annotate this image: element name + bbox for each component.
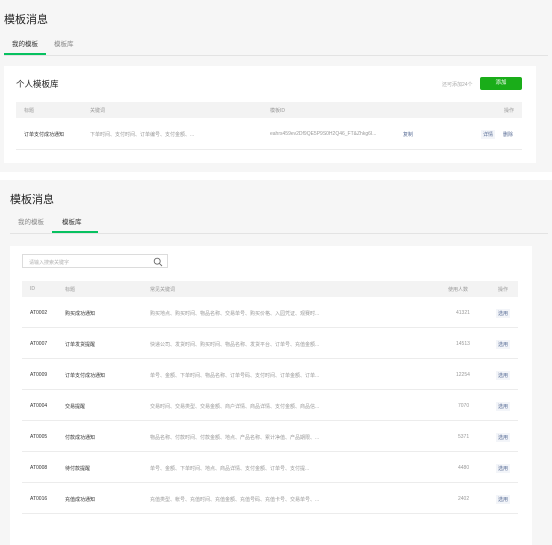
- add-button[interactable]: 添加: [480, 77, 522, 90]
- template-library-panel: 模板消息 我的模板 模板库 请输入搜索关键字 ID 标题 常见关键词 使用人数 …: [0, 180, 552, 545]
- usage-count: 7070: [458, 403, 470, 409]
- template-title: 订单发货提醒: [65, 342, 96, 348]
- table-header: ID 标题 常见关键词 使用人数 操作: [22, 281, 518, 297]
- template-title: 订单支付成功通知: [65, 373, 106, 379]
- template-keywords: 充值类型、帐号、充值时间、充值金额、充值号码、充值卡号、交易单号、...: [150, 497, 320, 503]
- col-action: 操作: [498, 287, 509, 293]
- personal-library-card: 个人模板库 还可添加24个 添加 标题 关键词 模板ID 操作 订单支付成功通知…: [4, 66, 536, 163]
- table-row: 订单支付成功通知 下单时间、支付时间、订单编号、支付金额、... eahrs45…: [16, 118, 522, 150]
- tab-template-library[interactable]: 模板库: [46, 38, 82, 55]
- page-title: 模板消息: [4, 14, 48, 26]
- select-link[interactable]: 选用: [496, 464, 511, 473]
- col-id: ID: [30, 286, 35, 292]
- usage-count: 5371: [458, 434, 470, 440]
- card-title: 个人模板库: [16, 79, 59, 89]
- template-title: 交易提醒: [65, 404, 86, 410]
- template-id: AT0009: [30, 372, 48, 378]
- delete-link[interactable]: 删除: [503, 131, 513, 138]
- col-usage: 使用人数: [448, 287, 469, 293]
- select-link[interactable]: 选用: [496, 340, 511, 349]
- template-id: AT0007: [30, 341, 48, 347]
- select-link[interactable]: 选用: [496, 433, 511, 442]
- col-title: 标题: [65, 287, 76, 293]
- template-title: 待付款提醒: [65, 466, 91, 472]
- template-keywords: 单号、金额、下单时间、地点、商品详情、支付金额、订单号、支付提...: [150, 466, 310, 472]
- template-title: 充值成功通知: [65, 497, 96, 503]
- template-id: AT0005: [30, 434, 48, 440]
- tab-bar: 我的模板 模板库: [4, 38, 548, 56]
- usage-count: 4480: [458, 465, 470, 471]
- select-link[interactable]: 选用: [496, 495, 511, 504]
- template-id: AT0002: [30, 310, 48, 316]
- quota-text: 还可添加24个: [442, 82, 473, 88]
- table-row: AT0008 待付款提醒 单号、金额、下单时间、地点、商品详情、支付金额、订单号…: [22, 452, 518, 483]
- search-placeholder: 请输入搜索关键字: [29, 260, 70, 266]
- usage-count: 41321: [456, 310, 470, 316]
- tab-my-templates[interactable]: 我的模板: [10, 216, 52, 233]
- table-row: AT0009 订单支付成功通知 单号、金额、下单时间、物品名称、订单号码、支付时…: [22, 359, 518, 390]
- template-keywords: 购买地点、购买时间、物品名称、交易单号、购买价格、入园凭证、观赛时...: [150, 311, 320, 317]
- col-keywords: 关键词: [90, 108, 106, 114]
- template-title: 订单支付成功通知: [24, 132, 65, 138]
- template-keywords: 单号、金额、下单时间、物品名称、订单号码、支付时间、订单金额、订单...: [150, 373, 320, 379]
- table-row: AT0005 付款成功通知 物品名称、付款时间、付款金额、地点、产品名称、累计净…: [22, 421, 518, 452]
- template-id: AT0008: [30, 465, 48, 471]
- tab-template-library[interactable]: 模板库: [52, 216, 98, 233]
- template-id: AT0004: [30, 403, 48, 409]
- template-title: 付款成功通知: [65, 435, 96, 441]
- col-title: 标题: [24, 108, 35, 114]
- template-id: AT0016: [30, 496, 48, 502]
- col-template-id: 模板ID: [270, 108, 286, 114]
- my-templates-panel: 模板消息 我的模板 模板库 个人模板库 还可添加24个 添加 标题 关键词 模板…: [0, 0, 552, 172]
- template-keywords: 物品名称、付款时间、付款金额、地点、产品名称、累计净值、产品期限、...: [150, 435, 320, 441]
- select-link[interactable]: 选用: [496, 371, 511, 380]
- usage-count: 12254: [456, 372, 470, 378]
- template-keywords: 下单时间、支付时间、订单编号、支付金额、...: [90, 132, 195, 138]
- col-actions: 操作: [504, 108, 515, 114]
- page-title: 模板消息: [10, 194, 54, 206]
- col-keywords: 常见关键词: [150, 287, 176, 293]
- detail-link[interactable]: 详情: [481, 130, 496, 139]
- table-header: 标题 关键词 模板ID 操作: [16, 102, 522, 118]
- tab-my-templates[interactable]: 我的模板: [4, 38, 46, 55]
- table-row: AT0002 购买成功通知 购买地点、购买时间、物品名称、交易单号、购买价格、入…: [22, 297, 518, 328]
- search-input[interactable]: 请输入搜索关键字: [22, 254, 168, 268]
- table-row: AT0007 订单发货提醒 快递公司、发货时间、购买时间、物品名称、发货平台、订…: [22, 328, 518, 359]
- table-row: AT0004 交易提醒 交易时间、交易类型、交易金额、商户详情、商品详情、支付金…: [22, 390, 518, 421]
- select-link[interactable]: 选用: [496, 402, 511, 411]
- template-keywords: 快递公司、发货时间、购买时间、物品名称、发货平台、订单号、充值金额...: [150, 342, 320, 348]
- table-row: AT0016 充值成功通知 充值类型、帐号、充值时间、充值金额、充值号码、充值卡…: [22, 483, 518, 514]
- search-icon[interactable]: [153, 257, 163, 267]
- library-card: 请输入搜索关键字 ID 标题 常见关键词 使用人数 操作 AT0002 购买成功…: [10, 246, 532, 545]
- template-keywords: 交易时间、交易类型、交易金额、商户详情、商品详情、支付金额、商品信...: [150, 404, 320, 410]
- tab-bar: 我的模板 模板库: [10, 216, 548, 234]
- template-id: eahrs459ev2Df9QE5P9S0H2Q46_FT&Zhkg6I...: [270, 131, 377, 137]
- usage-count: 14513: [456, 341, 470, 347]
- copy-link[interactable]: 复制: [403, 131, 413, 138]
- template-title: 购买成功通知: [65, 311, 96, 317]
- select-link[interactable]: 选用: [496, 309, 511, 318]
- usage-count: 2402: [458, 496, 470, 502]
